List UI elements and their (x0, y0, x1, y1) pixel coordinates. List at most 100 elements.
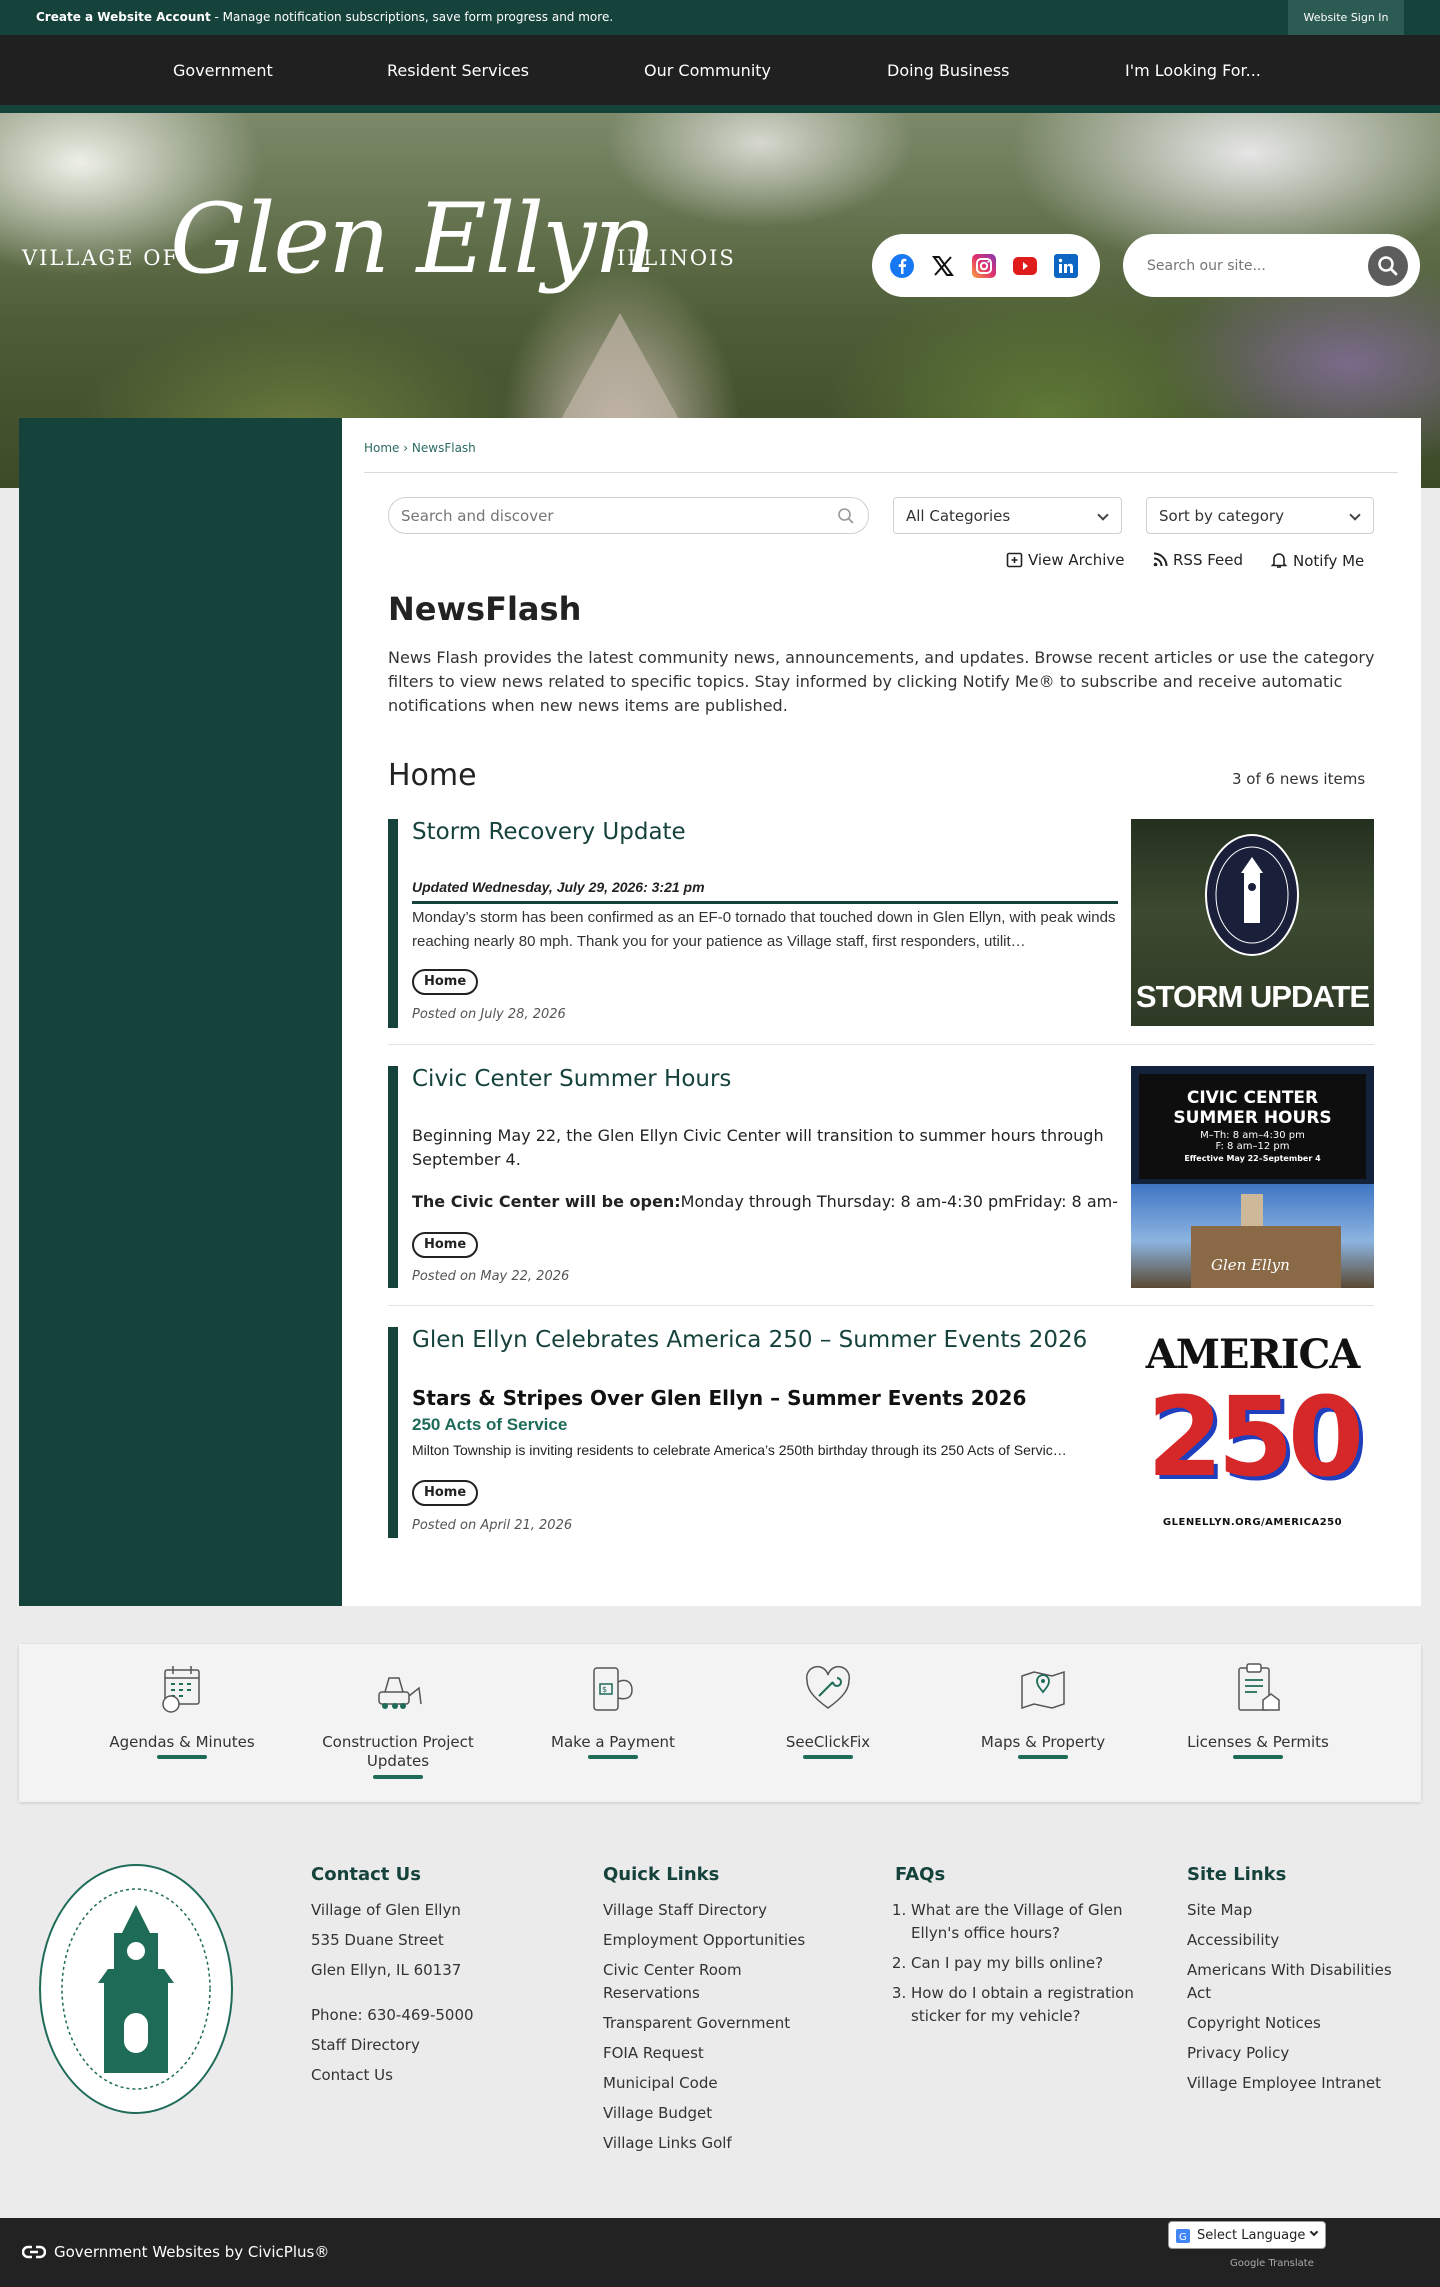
news-item-image[interactable]: CIVIC CENTER SUMMER HOURS M–Th: 8 am–4:3… (1131, 1066, 1374, 1288)
news-item-title[interactable]: Civic Center Summer Hours (412, 1066, 731, 1092)
news-item-summary: Milton Township is inviting residents to… (412, 1442, 1067, 1458)
nav-government[interactable]: Government (173, 61, 273, 80)
footer-link[interactable]: Civic Center Room Reservations (603, 1959, 783, 2005)
footer-link[interactable]: Accessibility (1187, 1929, 1417, 1952)
divider (388, 1305, 1374, 1306)
civicplus-link[interactable]: Government Websites by CivicPlus® (21, 2243, 329, 2261)
youtube-icon[interactable] (1013, 257, 1037, 275)
linkedin-icon[interactable] (1054, 254, 1078, 278)
footer-link[interactable]: FOIA Request (603, 2042, 843, 2065)
site-logo[interactable]: VILLAGE OF Glen Ellyn ILLINOIS (22, 183, 734, 323)
sort-select[interactable]: Sort by category (1146, 497, 1374, 534)
civic-center-photo: Glen Ellyn (1131, 1184, 1374, 1288)
footer-heading: Quick Links (603, 1864, 720, 1885)
facebook-icon[interactable] (890, 254, 914, 278)
quick-link-agendas[interactable]: Agendas & Minutes (97, 1644, 267, 1802)
footer-heading: FAQs (895, 1864, 946, 1885)
news-item-date: Posted on May 22, 2026 (412, 1269, 570, 1284)
quick-links-bar: Agendas & Minutes Construction Project U… (19, 1644, 1421, 1802)
website-sign-in-button[interactable]: Website Sign In (1288, 0, 1404, 35)
village-seal-logo (39, 1864, 233, 2114)
svg-text:$: $ (602, 1685, 607, 1694)
america-250-number: 250 (1146, 1373, 1365, 1501)
nav-doing-business[interactable]: Doing Business (887, 61, 1010, 80)
view-archive-link[interactable]: View Archive (1006, 551, 1125, 569)
category-heading: Home (388, 758, 477, 793)
footer-link[interactable]: Village Budget (603, 2102, 843, 2125)
footer-link[interactable]: Copyright Notices (1187, 2012, 1417, 2035)
quick-link-payment[interactable]: $ Make a Payment (528, 1644, 698, 1802)
footer-faqs: FAQs What are the Village of Glen Ellyn'… (895, 1864, 1135, 2035)
quick-link-seeclickfix[interactable]: SeeClickFix (743, 1644, 913, 1802)
heart-wrench-icon (805, 1666, 851, 1709)
faq-item[interactable]: How do I obtain a registration sticker f… (911, 1982, 1135, 2028)
footer-link[interactable]: Contact Us (311, 2064, 571, 2087)
nav-our-community[interactable]: Our Community (644, 61, 771, 80)
news-search (388, 497, 869, 534)
footer-link[interactable]: Employment Opportunities (603, 1929, 843, 1952)
news-item: Storm Recovery Update Updated Wednesday,… (388, 819, 1374, 1028)
footer-link[interactable]: Americans With Disabilities Act (1187, 1959, 1417, 2005)
language-select[interactable]: G Select Language (1168, 2221, 1326, 2249)
faq-item[interactable]: Can I pay my bills online? (911, 1952, 1135, 1975)
footer-link[interactable]: Village Staff Directory (603, 1899, 843, 1922)
breadcrumb-current[interactable]: NewsFlash (412, 441, 476, 455)
footer-link[interactable]: Village Employee Intranet (1187, 2072, 1417, 2095)
news-item-image[interactable]: AMERICA 250 GLENELLYN.ORG/AMERICA250 (1131, 1327, 1374, 1537)
map-icon (1021, 1670, 1065, 1710)
quick-link-licenses[interactable]: Licenses & Permits (1173, 1644, 1343, 1802)
news-item-category-tag[interactable]: Home (412, 1480, 479, 1506)
news-item-title[interactable]: Storm Recovery Update (412, 819, 686, 845)
nav-looking-for[interactable]: I'm Looking For... (1125, 61, 1261, 80)
news-item-image[interactable]: STORM UPDATE (1131, 819, 1374, 1026)
address-line: Village of Glen Ellyn (311, 1901, 461, 1919)
create-account-link[interactable]: Create a Website Account (36, 10, 211, 24)
news-item-accent (388, 819, 398, 1028)
news-item-subhead-2: 250 Acts of Service (412, 1415, 568, 1434)
logo-village-of: VILLAGE OF (22, 246, 180, 270)
calendar-icon (162, 1666, 200, 1713)
news-item: Glen Ellyn Celebrates America 250 – Summ… (388, 1327, 1374, 1538)
faq-item[interactable]: What are the Village of Glen Ellyn's off… (911, 1899, 1135, 1945)
footer-link[interactable]: Municipal Code (603, 2072, 843, 2095)
news-item-updated: Updated Wednesday, July 29, 2026: 3:21 p… (412, 879, 705, 895)
quick-link-maps[interactable]: Maps & Property (958, 1644, 1128, 1802)
news-item-summary: Beginning May 22, the Glen Ellyn Civic C… (412, 1126, 1104, 1169)
updated-underline (412, 901, 1118, 904)
breadcrumb-home[interactable]: Home (364, 441, 399, 455)
divider (364, 472, 1398, 473)
logo-glen-ellyn: Glen Ellyn (170, 183, 656, 295)
site-search-input[interactable] (1147, 254, 1357, 278)
footer-link[interactable]: Site Map (1187, 1899, 1417, 1922)
quick-link-construction[interactable]: Construction Project Updates (313, 1644, 483, 1802)
civicplus-icon (21, 2245, 47, 2259)
instagram-icon[interactable] (972, 254, 996, 278)
chevron-down-icon (1309, 2227, 1319, 2237)
footer-link[interactable]: Village Links Golf (603, 2132, 843, 2155)
bottom-bar: Government Websites by CivicPlus® G Sele… (0, 2218, 1440, 2287)
x-icon[interactable] (931, 254, 955, 278)
news-item-category-tag[interactable]: Home (412, 1232, 479, 1258)
divider (388, 1044, 1374, 1045)
news-search-input[interactable] (401, 506, 821, 526)
social-links (872, 234, 1100, 297)
category-select[interactable]: All Categories (893, 497, 1122, 534)
footer-link[interactable]: Privacy Policy (1187, 2042, 1417, 2065)
construction-icon (378, 1677, 422, 1709)
news-item-date: Posted on April 21, 2026 (412, 1518, 573, 1533)
archive-icon (1006, 552, 1023, 568)
site-footer: Contact Us Village of Glen Ellyn 535 Dua… (0, 1832, 1440, 2218)
notify-me-link[interactable]: Notify Me (1270, 551, 1364, 570)
main-nav: Government Resident Services Our Communi… (0, 35, 1440, 113)
nav-resident-services[interactable]: Resident Services (387, 61, 529, 80)
footer-link[interactable]: Staff Directory (311, 2034, 571, 2057)
footer-link[interactable]: Transparent Government (603, 2012, 843, 2035)
site-search-button[interactable] (1368, 246, 1408, 286)
news-item-category-tag[interactable]: Home (412, 969, 479, 995)
news-item-title[interactable]: Glen Ellyn Celebrates America 250 – Summ… (412, 1327, 1087, 1353)
news-count: 3 of 6 news items (1232, 770, 1366, 788)
payment-icon: $ (593, 1667, 633, 1711)
footer-heading: Site Links (1187, 1864, 1287, 1885)
search-icon[interactable] (837, 507, 855, 525)
rss-feed-link[interactable]: RSS Feed (1153, 551, 1243, 569)
